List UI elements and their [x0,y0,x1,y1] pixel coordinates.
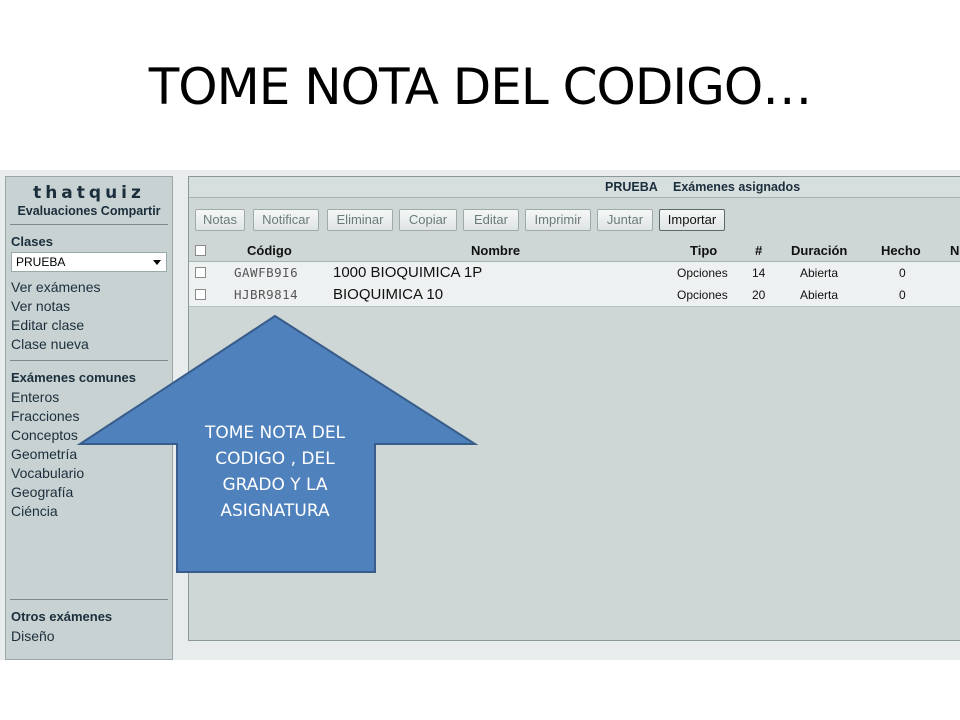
main-header: PRUEBA Exámenes asignados [189,177,960,198]
brand-subtitle: Evaluaciones Compartir [17,204,161,218]
table-row[interactable]: HJBR9814 BIOQUIMICA 10 Opciones 20 Abier… [189,284,960,307]
link-ciencia[interactable]: Ciéncia [11,502,172,521]
link-editar-clase[interactable]: Editar clase [11,316,172,335]
col-nombre[interactable]: Nombre [471,241,520,261]
table-row[interactable]: GAWFB9I6 1000 BIOQUIMICA 1P Opciones 14 … [189,262,960,285]
exam-count: 20 [752,288,766,302]
editar-button[interactable]: Editar [463,209,519,231]
link-geometria[interactable]: Geometría [11,445,172,464]
col-tipo[interactable]: Tipo [690,241,717,261]
notas-button[interactable]: Notas [195,209,245,231]
importar-button[interactable]: Importar [659,209,725,231]
link-enteros[interactable]: Enteros [11,388,172,407]
select-all-checkbox[interactable] [195,245,206,256]
link-clase-nueva[interactable]: Clase nueva [11,335,172,354]
main-panel: PRUEBA Exámenes asignados Notas Notifica… [188,176,960,641]
link-fracciones[interactable]: Fracciones [11,407,172,426]
slide-title: TOME NOTA DEL CODIGO… [148,58,813,116]
app-screenshot: thatquiz Evaluaciones Compartir Clases P… [0,170,960,660]
link-geografia[interactable]: Geografía [11,483,172,502]
callout-text: TOME NOTA DEL CODIGO , DEL GRADO Y LA AS… [204,423,346,521]
exam-duration: Abierta [800,288,839,302]
col-count[interactable]: # [755,241,762,261]
exam-code: HJBR9814 [234,287,299,302]
exam-code: GAWFB9I6 [234,265,299,280]
col-duracion[interactable]: Duración [791,241,847,261]
class-name: PRUEBA [605,180,658,194]
col-hecho[interactable]: Hecho [881,241,921,261]
exam-done: 0 [899,266,906,280]
section-title-otros: Otros exámenes [11,609,113,624]
divider [10,224,168,225]
link-conceptos[interactable]: Conceptos [11,426,172,445]
link-ver-notas[interactable]: Ver notas [11,297,172,316]
section-title-clases: Clases [11,234,53,249]
exam-name[interactable]: 1000 BIOQUIMICA 1P [333,262,482,284]
divider [10,360,168,361]
exam-count: 14 [752,266,766,280]
link-diseno[interactable]: Diseño [11,627,172,646]
exam-type: Opciones [677,266,728,280]
brand-logo[interactable]: thatquiz [6,183,172,203]
notificar-button[interactable]: Notificar [253,209,319,231]
exam-done: 0 [899,288,906,302]
imprimir-button[interactable]: Imprimir [525,209,591,231]
row-checkbox[interactable] [195,267,206,278]
exam-duration: Abierta [800,266,839,280]
juntar-button[interactable]: Juntar [597,209,653,231]
divider [10,599,168,600]
panel-title: Exámenes asignados [673,180,801,194]
link-vocabulario[interactable]: Vocabulario [11,464,172,483]
copiar-button[interactable]: Copiar [399,209,457,231]
link-ver-examenes[interactable]: Ver exámenes [11,278,172,297]
col-codigo[interactable]: Código [247,241,292,261]
row-checkbox[interactable] [195,289,206,300]
exam-type: Opciones [677,288,728,302]
sidebar: thatquiz Evaluaciones Compartir Clases P… [5,176,173,660]
class-select[interactable]: PRUEBA [11,252,167,272]
exam-name[interactable]: BIOQUIMICA 10 [333,284,443,306]
table-header: Código Nombre Tipo # Duración Hecho N [189,241,960,262]
eliminar-button[interactable]: Eliminar [327,209,393,231]
class-select-value: PRUEBA [16,255,66,269]
section-title-comunes: Exámenes comunes [11,370,137,385]
chevron-down-icon [153,260,161,265]
col-n[interactable]: N [950,241,959,261]
